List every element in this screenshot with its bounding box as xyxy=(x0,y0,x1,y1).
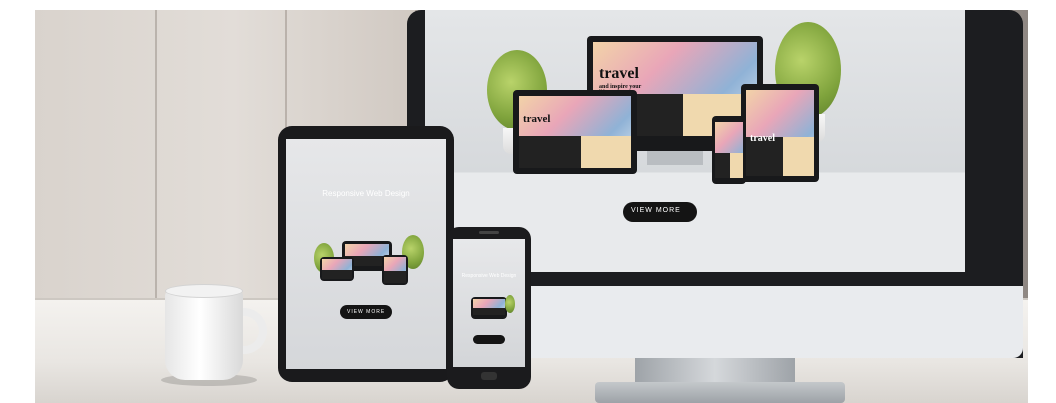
phone-screen: Responsive Web Design xyxy=(453,239,525,367)
mug-rim xyxy=(165,284,243,298)
mini-tablet-portrait-illustration: travel xyxy=(741,84,819,182)
mini-travel-text: travel xyxy=(750,133,775,144)
phone-heading: Responsive Web Design xyxy=(461,273,517,279)
photo-background: VIEW MORE travel and inspire your life t… xyxy=(35,10,1028,403)
mug-icon xyxy=(165,290,243,380)
mini-tablet-illustration: travel xyxy=(513,90,637,174)
monitor-cta-label: VIEW MORE xyxy=(631,207,681,214)
tablet-cta-label: VIEW MORE xyxy=(347,309,386,315)
photo-scene: VIEW MORE travel and inspire your life t… xyxy=(0,0,1056,403)
monitor-stand-foot xyxy=(595,382,845,403)
mini-tablet-portrait-screen: travel xyxy=(746,90,814,176)
mini-travel-text: travel xyxy=(599,65,639,82)
mini-phone-illustration xyxy=(712,116,746,184)
plant-icon xyxy=(505,295,515,313)
tablet-screen: Responsive Web Design VIEW MORE xyxy=(286,139,446,369)
phone-home-button xyxy=(481,372,497,380)
mini-desktop-stand xyxy=(647,151,703,165)
mini-tablet-screen: travel xyxy=(519,96,631,168)
phone-view-more-button[interactable] xyxy=(473,335,505,344)
monitor-view-more-button[interactable]: VIEW MORE xyxy=(623,202,697,222)
mini-travel-text: travel xyxy=(523,113,551,125)
phone-speaker xyxy=(479,231,499,234)
mini-phone-screen xyxy=(715,122,743,178)
tablet-mini-tablet-portrait xyxy=(382,255,408,285)
tablet-view-more-button[interactable]: VIEW MORE xyxy=(340,305,392,319)
tablet-mini-tablet xyxy=(320,257,354,281)
tablet-heading: Responsive Web Design xyxy=(322,189,410,198)
wall-plank-seam xyxy=(155,10,157,310)
phone-mini-desktop xyxy=(471,297,507,319)
